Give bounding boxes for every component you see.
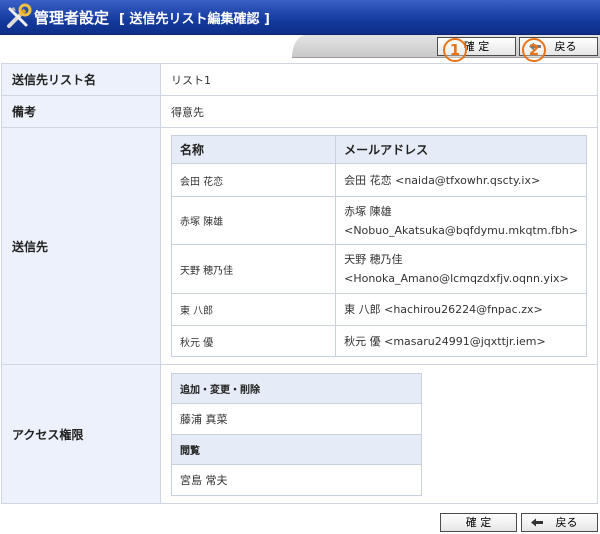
page-title: 管理者設定 — [34, 9, 110, 27]
footer-confirm-button[interactable]: 確 定 — [440, 513, 517, 532]
table-row: 天野 穂乃佳 天野 穂乃佳 <Honoka_Amano@lcmqzdxfjv.o… — [170, 244, 587, 294]
row-recipients: 送信先 名称 メールアドレス 会田 花恋 会田 花恋 <naida@tfxowh… — [1, 127, 598, 365]
footer-confirm-label: 確 定 — [465, 516, 492, 529]
tools-icon — [7, 3, 32, 28]
recipient-name: 東 八郎 — [170, 293, 337, 326]
col-header-email: メールアドレス — [335, 135, 587, 164]
table-row: 会田 花恋 会田 花恋 <naida@tfxowhr.qscty.ix> — [170, 163, 587, 197]
access-view-user: 宮島 常夫 — [171, 463, 422, 496]
row-access: アクセス権限 追加・変更・削除 藤浦 真菜 閲覧 宮島 常夫 — [1, 364, 598, 504]
back-arrow-icon — [531, 518, 543, 527]
recipient-email: 東 八郎 <hachirou26224@fnpac.zx> — [335, 293, 587, 326]
recipient-name: 赤塚 陳雄 — [170, 196, 337, 245]
remarks-label: 備考 — [1, 95, 161, 128]
recipient-name: 天野 穂乃佳 — [170, 244, 337, 294]
recipient-email: 天野 穂乃佳 <Honoka_Amano@lcmqzdxfjv.oqnn.yix… — [335, 244, 587, 294]
recipients-label: 送信先 — [1, 127, 161, 365]
marker-2-icon: 2 — [522, 38, 546, 62]
table-row: 東 八郎 東 八郎 <hachirou26224@fnpac.zx> — [170, 293, 587, 326]
settings-table: 送信先リスト名 リスト1 備考 得意先 送信先 名称 メールアドレス 会田 花恋… — [1, 63, 598, 504]
list-name-value: リスト1 — [160, 63, 598, 96]
remarks-value: 得意先 — [160, 95, 598, 128]
access-view-header: 閲覧 — [171, 433, 422, 465]
page-subtitle: [ 送信先リスト編集確認 ] — [119, 12, 270, 27]
recipient-email: 秋元 優 <masaru24991@jqxttjr.iem> — [335, 325, 587, 357]
recipient-name: 秋元 優 — [170, 325, 337, 357]
list-name-label: 送信先リスト名 — [1, 63, 161, 96]
footer-back-label: 戻る — [555, 516, 578, 529]
recipient-name: 会田 花恋 — [170, 163, 337, 197]
row-list-name: 送信先リスト名 リスト1 — [1, 63, 598, 96]
recipient-email: 赤塚 陳雄 <Nobuo_Akatsuka@bqfdymu.mkqtm.fbh> — [335, 196, 587, 245]
access-label: アクセス権限 — [1, 364, 161, 504]
col-header-name: 名称 — [170, 135, 337, 164]
access-edit-header: 追加・変更・削除 — [171, 372, 422, 404]
access-table: 追加・変更・削除 藤浦 真菜 閲覧 宮島 常夫 — [171, 372, 422, 496]
title-bar: 管理者設定 [ 送信先リスト編集確認 ] — [0, 0, 600, 35]
confirm-button-label: 確 定 — [463, 40, 490, 53]
marker-1-icon: 1 — [443, 38, 467, 62]
table-row: 赤塚 陳雄 赤塚 陳雄 <Nobuo_Akatsuka@bqfdymu.mkqt… — [170, 196, 587, 245]
access-edit-user: 藤浦 真菜 — [171, 402, 422, 435]
table-row: 秋元 優 秋元 優 <masaru24991@jqxttjr.iem> — [170, 325, 587, 357]
recipient-email: 会田 花恋 <naida@tfxowhr.qscty.ix> — [335, 163, 587, 197]
row-remarks: 備考 得意先 — [1, 95, 598, 128]
back-button-label: 戻る — [554, 40, 577, 53]
footer-back-button[interactable]: 戻る — [521, 513, 598, 532]
recipients-table: 名称 メールアドレス 会田 花恋 会田 花恋 <naida@tfxowhr.qs… — [170, 135, 587, 357]
